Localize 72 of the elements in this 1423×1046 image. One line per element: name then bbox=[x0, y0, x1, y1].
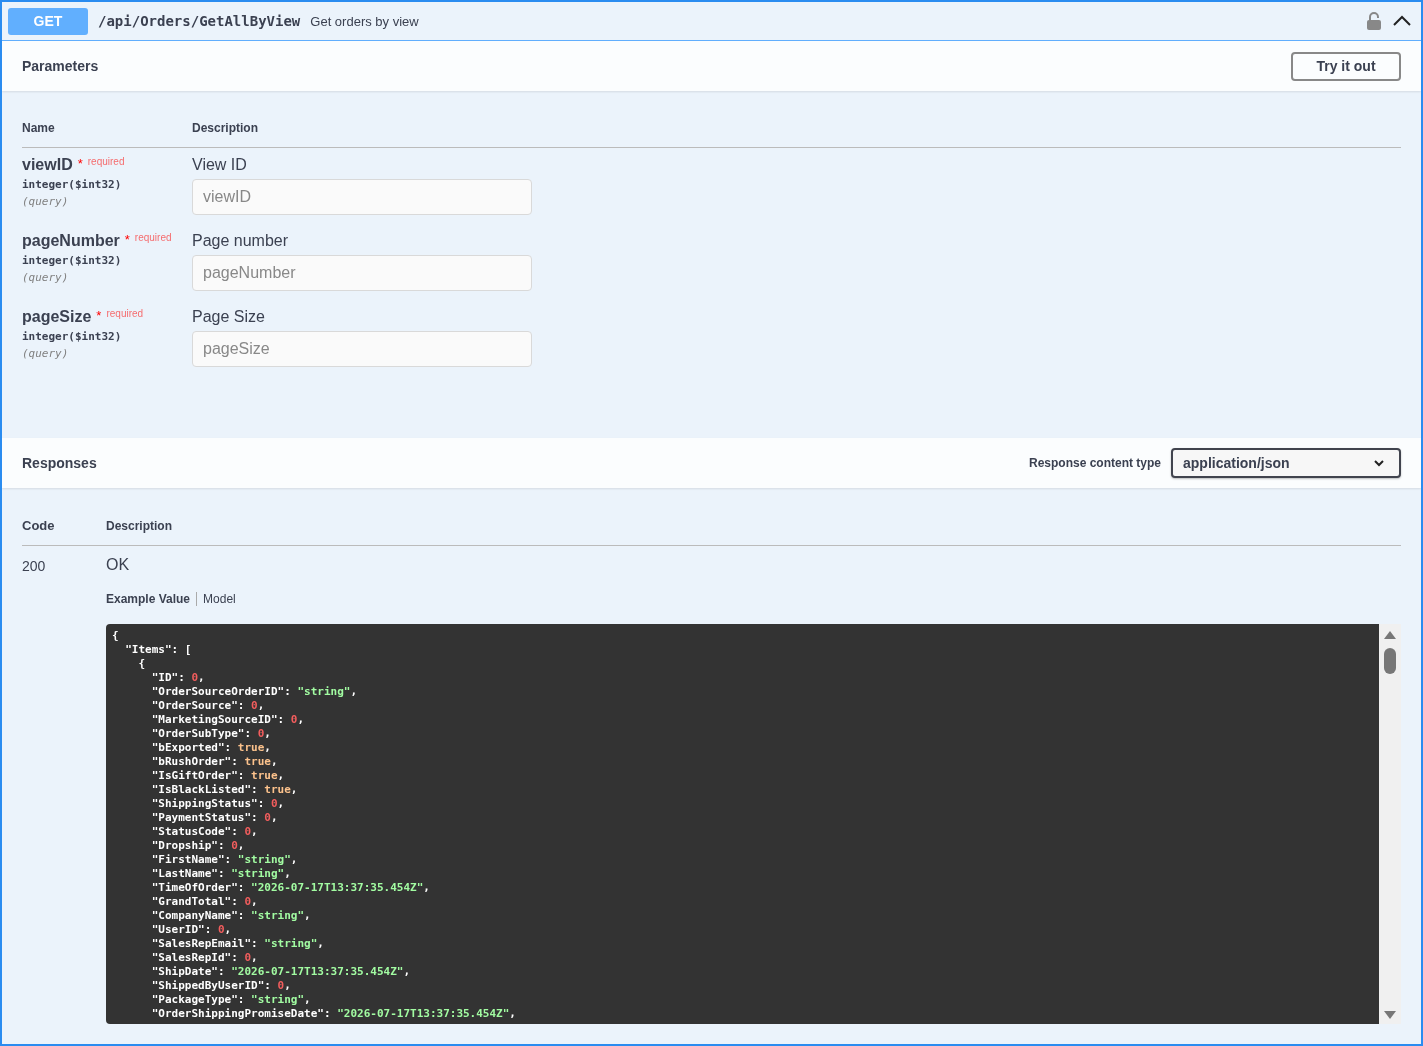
parameter-type: integer($int32) bbox=[22, 330, 123, 343]
code-line: "StatusCode": 0, bbox=[150, 825, 259, 839]
code-line: "UserID": 0, bbox=[150, 923, 233, 937]
code-line: "GrandTotal": 0, bbox=[150, 895, 259, 909]
response-description: OK bbox=[106, 556, 131, 574]
code-line: "MarketingSourceID": 0, bbox=[150, 713, 306, 727]
code-line: { bbox=[137, 657, 147, 671]
try-it-out-button[interactable]: Try it out bbox=[1291, 51, 1401, 81]
code-line: "bRushOrder": true, bbox=[150, 755, 279, 769]
code-line: "IsGiftOrder": true, bbox=[150, 769, 286, 783]
parameter-location: (query) bbox=[22, 347, 70, 360]
code-line: "SalesRepId": 0, bbox=[150, 951, 259, 965]
code-line: "OrderSourceOrderID": "string", bbox=[150, 685, 359, 699]
parameter-type: integer($int32) bbox=[22, 178, 123, 191]
column-header: Name bbox=[22, 121, 56, 135]
code-line: "ShippingStatus": 0, bbox=[150, 797, 286, 811]
parameter-location: (query) bbox=[22, 271, 70, 284]
code-line: "SalesRepEmail": "string", bbox=[150, 937, 325, 951]
code-line: "OrderShippingPromiseDate": "2026-07-17T13:37:35.454Z", bbox=[150, 1007, 517, 1021]
required-mark: * bbox=[77, 156, 83, 171]
code-line: "OrderSubType": 0, bbox=[150, 727, 272, 741]
example-tab[interactable]: Model bbox=[203, 592, 236, 606]
code-line: "bExported": true, bbox=[150, 741, 272, 755]
endpoint-summary: Get orders by view bbox=[310, 13, 419, 29]
code-line: "ID": 0, bbox=[150, 671, 206, 685]
code-line: "ShippedByUserID": 0, bbox=[150, 979, 292, 993]
endpoint-path: /api/Orders/GetAllByView bbox=[98, 13, 301, 29]
code-line: "CompanyName": "string", bbox=[150, 909, 312, 923]
parameter-input[interactable]: viewID bbox=[192, 179, 532, 215]
scroll-up-icon[interactable] bbox=[1383, 630, 1397, 640]
required-mark: * bbox=[124, 232, 130, 247]
parameter-description: Page number bbox=[192, 232, 290, 250]
content-type-select[interactable]: application/json bbox=[1171, 448, 1401, 478]
parameter-input[interactable]: pageNumber bbox=[192, 255, 532, 291]
parameter-location: (query) bbox=[22, 195, 70, 208]
parameter-type: integer($int32) bbox=[22, 254, 123, 267]
content-type-label: Response content type bbox=[1028, 456, 1161, 470]
code-line: "LastName": "string", bbox=[150, 867, 292, 881]
parameter-name: viewID bbox=[22, 156, 73, 174]
code-line: "OrderSource": 0, bbox=[150, 699, 266, 713]
code-line: "ShipDate": "2026-07-17T13:37:35.454Z", bbox=[150, 965, 412, 979]
column-header: Code bbox=[22, 518, 56, 533]
code-line: "PaymentStatus": 0, bbox=[150, 811, 279, 825]
required-label: required bbox=[134, 232, 172, 243]
parameter-name: pageSize bbox=[22, 308, 92, 326]
parameter-name: pageNumber bbox=[22, 232, 120, 250]
required-label: required bbox=[87, 156, 125, 167]
code-line: "Items": [ bbox=[124, 643, 193, 657]
scroll-down-icon[interactable] bbox=[1383, 1010, 1397, 1020]
code-line: { bbox=[112, 629, 120, 643]
code-line: "FirstName": "string", bbox=[150, 853, 299, 867]
parameter-input[interactable]: pageSize bbox=[192, 331, 532, 367]
scroll-thumb[interactable] bbox=[1384, 648, 1396, 674]
code-line: "Dropship": 0, bbox=[150, 839, 246, 853]
required-mark: * bbox=[96, 308, 102, 323]
code-line: "PackageType": "string", bbox=[150, 993, 312, 1007]
scrollbar[interactable] bbox=[1379, 624, 1401, 1024]
section-title: Parameters bbox=[22, 58, 99, 74]
code-line: "TimeOfOrder": "2026-07-17T13:37:35.454Z", bbox=[150, 881, 431, 895]
response-code: 200 bbox=[22, 557, 47, 576]
section-title: Responses bbox=[22, 455, 97, 471]
code-line: "IsBlackListed": true, bbox=[150, 783, 299, 797]
lock-icon[interactable] bbox=[1367, 12, 1381, 30]
method-badge: GET bbox=[8, 7, 88, 35]
parameter-description: View ID bbox=[192, 156, 248, 174]
column-header: Description bbox=[192, 121, 258, 135]
required-label: required bbox=[106, 308, 144, 319]
example-tab[interactable]: Example Value bbox=[106, 592, 191, 606]
collapse-icon[interactable] bbox=[1393, 15, 1411, 27]
parameter-description: Page Size bbox=[192, 308, 266, 326]
column-header: Description bbox=[106, 519, 172, 533]
caret-icon bbox=[1373, 459, 1385, 467]
